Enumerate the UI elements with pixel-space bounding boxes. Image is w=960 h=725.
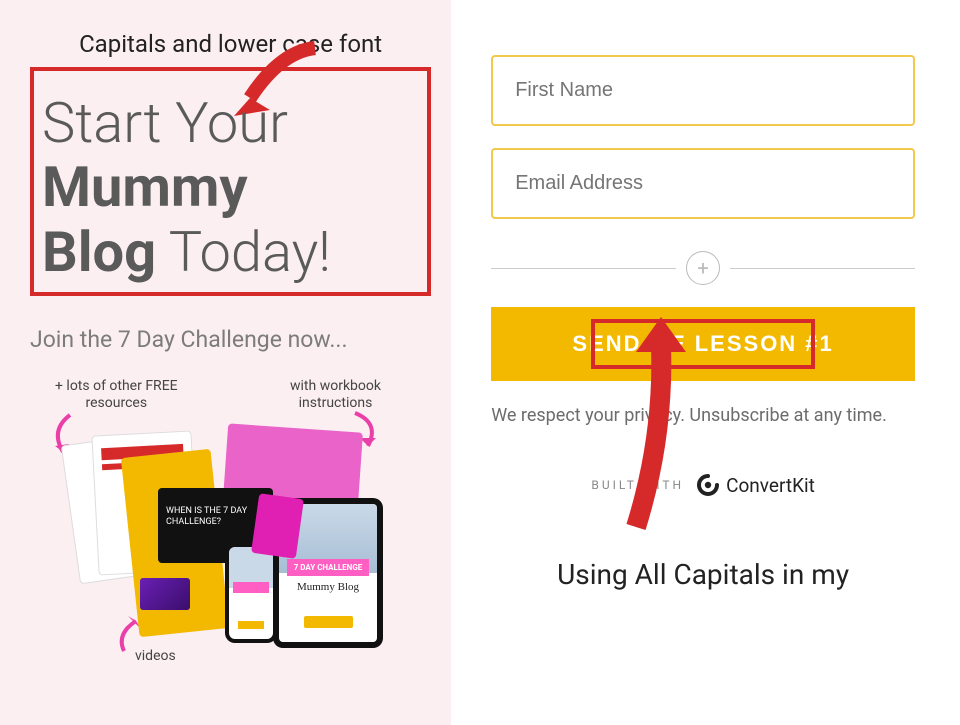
headline-bold-1: Mummy	[42, 154, 248, 220]
plus-icon[interactable]: +	[686, 251, 720, 285]
mockup-resources-label: + lots of other FREE resources	[55, 378, 178, 412]
purple-card-icon	[140, 578, 190, 610]
form-divider: +	[491, 251, 915, 285]
convertkit-icon	[696, 473, 720, 497]
first-name-field[interactable]	[491, 55, 915, 126]
built-with-label: BUILT WITH	[591, 478, 684, 492]
phone-icon	[225, 543, 277, 643]
send-lesson-button[interactable]: SEND ME LESSON #1	[491, 307, 915, 381]
built-with-row: BUILT WITH ConvertKit	[491, 473, 915, 497]
mockup-area: + lots of other FREE resources with work…	[30, 378, 420, 673]
magenta-book-icon	[251, 493, 304, 559]
left-panel: Capitals and lower case font Start Your …	[0, 0, 451, 725]
cta-highlight-box	[591, 319, 815, 369]
convertkit-logo[interactable]: ConvertKit	[696, 473, 815, 497]
mockup-workbook-label: with workbook instructions	[290, 378, 381, 412]
annotation-top: Capitals and lower case font	[30, 30, 431, 59]
email-field[interactable]	[491, 148, 915, 219]
headline-box: Start Your Mummy Blog Today!	[30, 67, 431, 296]
headline-part-1: Start Your	[42, 90, 288, 156]
subheading: Join the 7 Day Challenge now...	[30, 326, 431, 353]
privacy-text: We respect your privacy. Unsubscribe at …	[491, 403, 915, 428]
convertkit-text: ConvertKit	[726, 474, 815, 497]
headline-part-2: Today!	[156, 219, 331, 285]
annotation-bottom: Using All Capitals in my	[491, 557, 915, 592]
headline-bold-2: Blog	[42, 219, 156, 285]
right-panel: + SEND ME LESSON #1 We respect your priv…	[451, 0, 960, 725]
headline: Start Your Mummy Blog Today!	[42, 91, 419, 284]
mockup-videos-label: videos	[135, 648, 176, 665]
